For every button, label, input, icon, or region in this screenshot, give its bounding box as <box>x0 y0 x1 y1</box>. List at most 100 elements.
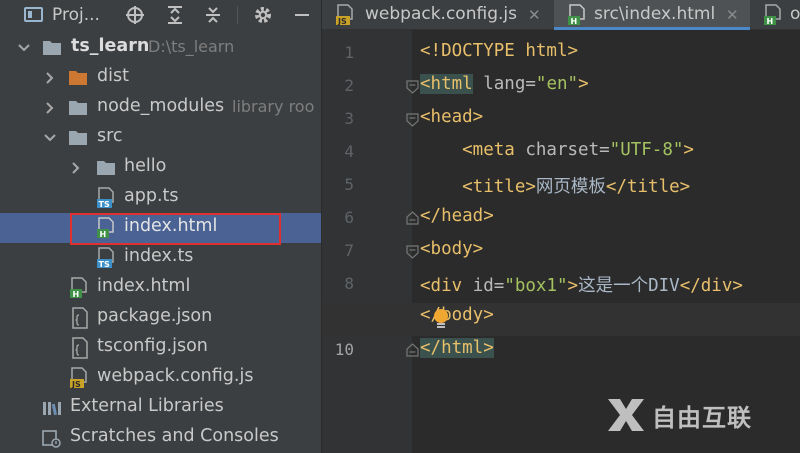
code-area[interactable]: <!DOCTYPE html> <html lang="en"> <head> … <box>412 30 800 453</box>
scratches-icon <box>42 430 61 448</box>
tree-item-index-html[interactable]: H index.html <box>0 273 321 303</box>
gear-icon[interactable] <box>251 3 275 27</box>
tab-label: o <box>790 4 800 24</box>
tree-item-label: node_modules <box>97 96 225 116</box>
tree-item-external-libraries[interactable]: External Libraries <box>0 393 321 423</box>
html-file-icon: H <box>764 4 781 26</box>
svg-text:H: H <box>571 17 578 26</box>
tree-item-label: hello <box>124 156 167 176</box>
tree-item-hint: library roo <box>232 97 315 116</box>
tab-label: webpack.config.js <box>365 4 517 24</box>
tree-item-dist[interactable]: dist <box>0 63 321 93</box>
excluded-folder-icon <box>69 71 87 85</box>
tree-item-label: app.ts <box>124 186 179 206</box>
folder-icon <box>97 161 115 175</box>
code-line-7: <body> <box>420 239 484 259</box>
code-line-8: <div id="box1">这是一个DIV</div> <box>420 276 743 296</box>
chevron-right-icon[interactable] <box>68 160 84 176</box>
line-number: 7 <box>344 241 354 260</box>
editor-pane: JS webpack.config.js ✕ H src\index.html … <box>322 0 800 453</box>
line-number: 5 <box>344 175 354 194</box>
html-file-icon: H <box>97 217 114 239</box>
javascript-file-icon: JS <box>336 4 353 26</box>
project-panel-title[interactable]: Proj... <box>52 5 100 25</box>
tab-index-html-overflow[interactable]: H o <box>750 0 800 30</box>
tree-item-label: src <box>97 126 123 146</box>
code-line-3: <head> <box>420 107 484 127</box>
tree-item-label: index.html <box>124 216 218 236</box>
json-file-icon <box>72 337 88 359</box>
close-icon[interactable]: ✕ <box>528 6 541 24</box>
html-file-icon: H <box>568 4 585 26</box>
tree-item-label: package.json <box>97 306 213 326</box>
svg-text:JS: JS <box>337 17 347 26</box>
expand-all-icon[interactable] <box>163 3 187 27</box>
tree-item-src-index-html[interactable]: H index.html <box>0 213 321 243</box>
svg-text:H: H <box>73 290 80 299</box>
line-number: 10 <box>334 340 354 359</box>
tab-label: src\index.html <box>594 4 716 24</box>
typescript-file-icon: TS <box>97 187 114 209</box>
typescript-file-icon: TS <box>97 247 114 269</box>
tree-item-scratches[interactable]: Scratches and Consoles <box>0 423 321 453</box>
tree-item-node-modules[interactable]: node_modules library roo <box>0 93 321 123</box>
chevron-down-icon[interactable] <box>42 130 58 146</box>
line-number: 3 <box>344 109 354 128</box>
javascript-file-icon: JS <box>70 367 87 389</box>
folder-icon <box>43 41 61 55</box>
html-file-icon: H <box>70 277 87 299</box>
tree-item-label: index.ts <box>124 246 194 266</box>
folder-icon <box>69 131 87 145</box>
chevron-right-icon[interactable] <box>42 70 58 86</box>
tree-item-src[interactable]: src <box>0 123 321 153</box>
project-panel-toolbar: Proj... <box>0 0 321 30</box>
tree-item-package-json[interactable]: package.json <box>0 303 321 333</box>
library-icon <box>43 402 61 416</box>
close-icon[interactable]: ✕ <box>726 6 739 24</box>
line-number: 6 <box>344 208 354 227</box>
tree-item-label: tsconfig.json <box>97 336 208 356</box>
tree-item-src-index-ts[interactable]: TS index.ts <box>0 243 321 273</box>
collapse-all-icon[interactable] <box>201 3 225 27</box>
code-line-4: <meta charset="UTF-8"> <box>420 140 694 160</box>
code-line-1: <!DOCTYPE html> <box>420 41 579 61</box>
json-file-icon <box>72 307 88 329</box>
chevron-right-icon[interactable] <box>42 100 58 116</box>
svg-text:JS: JS <box>71 380 81 389</box>
tree-item-label: webpack.config.js <box>97 366 254 386</box>
minimize-icon[interactable] <box>290 3 314 27</box>
svg-text:H: H <box>767 17 774 26</box>
chevron-down-icon[interactable] <box>16 40 32 56</box>
tree-item-webpack-config[interactable]: JS webpack.config.js <box>0 363 321 393</box>
watermark: 自由互联 <box>606 395 752 435</box>
tree-item-label: index.html <box>97 276 191 296</box>
watermark-text: 自由互联 <box>652 403 752 432</box>
folder-icon <box>69 101 87 115</box>
project-panel: Proj... ts_learn D:\ts_learn dist node_m… <box>0 0 321 453</box>
project-view-icon[interactable] <box>24 7 43 22</box>
code-line-6: </head> <box>420 206 494 226</box>
svg-text:TS: TS <box>99 260 110 269</box>
tree-item-tsconfig-json[interactable]: tsconfig.json <box>0 333 321 363</box>
lightbulb-icon[interactable] <box>432 308 450 332</box>
editor-tab-bar: JS webpack.config.js ✕ H src\index.html … <box>322 0 800 30</box>
locate-icon[interactable] <box>123 3 147 27</box>
toolbar-separator <box>237 6 238 24</box>
tree-item-hello[interactable]: hello <box>0 153 321 183</box>
watermark-logo-icon <box>608 399 644 431</box>
line-number-gutter: 1 2 3 4 5 6 7 8 9 10 <box>322 30 419 453</box>
tab-src-index-html[interactable]: H src\index.html ✕ <box>554 0 750 30</box>
tree-item-app-ts[interactable]: TS app.ts <box>0 183 321 213</box>
tree-item-label: ts_learn <box>71 36 150 56</box>
tree-item-label: Scratches and Consoles <box>70 426 279 446</box>
line-number: 2 <box>344 76 354 95</box>
svg-text:H: H <box>100 230 107 239</box>
code-line-2: <html lang="en"> <box>420 74 589 94</box>
tab-webpack-config[interactable]: JS webpack.config.js ✕ <box>322 0 554 30</box>
code-line-5: <title>网页模板</title> <box>420 177 691 197</box>
tree-item-label: dist <box>97 66 129 86</box>
line-number: 1 <box>344 43 354 62</box>
tree-item-label: External Libraries <box>70 396 224 416</box>
code-line-10: </html> <box>420 338 494 358</box>
tree-item-ts-learn[interactable]: ts_learn D:\ts_learn <box>0 33 321 63</box>
